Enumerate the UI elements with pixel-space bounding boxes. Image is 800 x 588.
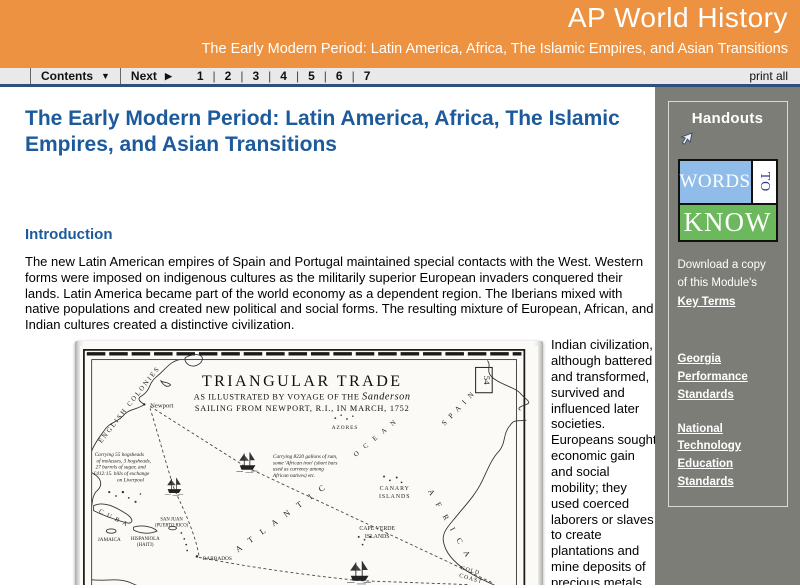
- content-area: The Early Modern Period: Latin America, …: [0, 87, 800, 585]
- map-title: TRIANGULAR TRADE: [202, 373, 403, 390]
- label-atlantic: A T L A N T I C: [234, 481, 330, 554]
- svg-text:27 barrels of sugar, and: 27 barrels of sugar, and: [96, 464, 147, 471]
- nav-left: Contents ▼ Next ▶ 1 | 2 | 3 | 4 | 5 | 6 …: [30, 68, 379, 84]
- map-subtitle-2: SAILING FROM NEWPORT, R.I., IN MARCH, 17…: [195, 404, 410, 413]
- introduction-heading: Introduction: [25, 225, 113, 243]
- page-link-4[interactable]: 4: [271, 69, 296, 83]
- page-link-7[interactable]: 7: [355, 69, 380, 83]
- wtk-to: TO: [757, 171, 773, 193]
- main-column: The Early Modern Period: Latin America, …: [0, 87, 655, 585]
- label-jamaica: JAMAICA: [98, 537, 121, 543]
- label-hispaniola-1: HISPANIOLA: [131, 537, 160, 542]
- label-cuba: C U B A: [98, 508, 130, 528]
- intro-paragraph-1: The new Latin American empires of Spain …: [25, 253, 654, 333]
- svg-text:of molasses, 3 hogsheads,: of molasses, 3 hogsheads,: [97, 457, 151, 464]
- chevron-down-icon: ▼: [101, 71, 110, 81]
- svg-text:African natives) etc.: African natives) etc.: [272, 472, 315, 479]
- print-all-link[interactable]: print all: [749, 69, 788, 83]
- map-subtitle: AS ILLUSTRATED BY VOYAGE OF THE Sanderso…: [194, 392, 411, 403]
- article: The Early Modern Period: Latin America, …: [25, 106, 655, 585]
- national-tech-standards-link[interactable]: National Technology Education Standards: [678, 421, 778, 492]
- svg-text:54: 54: [482, 376, 492, 385]
- svg-text:on Liverpool: on Liverpool: [117, 477, 145, 483]
- label-hispaniola-2: (HAITI): [137, 543, 154, 548]
- handouts-box: Handouts WORDS TO KNOW Download a copy o…: [667, 101, 788, 507]
- label-ocean: O C E A N: [353, 417, 400, 458]
- page: AP World History The Early Modern Period…: [0, 0, 800, 588]
- module-subtitle: The Early Modern Period: Latin America, …: [201, 41, 788, 58]
- svg-text:some 'African iron' (short bar: some 'African iron' (short bars: [273, 459, 337, 466]
- ship-icon: [164, 477, 184, 497]
- sidebar: Handouts WORDS TO KNOW Download a copy o…: [655, 87, 800, 585]
- handouts-title: Handouts: [691, 110, 764, 127]
- triangular-trade-map-image: 54 TRIANGULAR TRADE AS ILLUSTRATED BY VO…: [75, 341, 543, 585]
- label-africa: A F R I C A: [426, 488, 474, 562]
- wtk-words: WORDS: [679, 161, 753, 203]
- label-san-juan-1: SAN JUAN: [160, 517, 183, 522]
- label-cape-verde-1: CAPE VERDE: [359, 526, 395, 532]
- cursor-arrow-icon: [678, 131, 778, 151]
- page-links: 1 | 2 | 3 | 4 | 5 | 6 | 7: [188, 69, 380, 83]
- key-terms-link[interactable]: Key Terms: [678, 296, 736, 308]
- map-page-number: 54: [475, 367, 493, 394]
- contents-label: Contents: [41, 69, 93, 83]
- label-spain: S P A I N: [439, 389, 477, 427]
- label-san-juan-2: (PUERTO RICO): [155, 524, 189, 529]
- svg-text:Carrying 55 hogsheads: Carrying 55 hogsheads: [95, 452, 144, 458]
- next-arrow-icon: ▶: [164, 70, 172, 81]
- nav-bar: Contents ▼ Next ▶ 1 | 2 | 3 | 4 | 5 | 6 …: [0, 68, 800, 87]
- page-link-1[interactable]: 1: [188, 69, 213, 83]
- label-newport: Newport: [150, 402, 173, 409]
- page-link-6[interactable]: 6: [327, 69, 352, 83]
- header-banner: AP World History The Early Modern Period…: [0, 0, 800, 68]
- download-text: Download a copy of this Module's Key Ter…: [677, 259, 766, 308]
- contents-menu[interactable]: Contents ▼: [30, 68, 120, 84]
- next-button[interactable]: Next ▶: [119, 68, 182, 84]
- page-link-2[interactable]: 2: [216, 69, 241, 83]
- words-to-know-graphic[interactable]: WORDS TO KNOW: [677, 159, 778, 242]
- next-label: Next: [130, 69, 157, 83]
- svg-text:used as currency among: used as currency among: [273, 467, 324, 473]
- georgia-standards-link[interactable]: Georgia Performance Standards: [678, 351, 778, 404]
- page-link-5[interactable]: 5: [299, 69, 324, 83]
- wtk-know: KNOW: [679, 203, 776, 240]
- page-link-3[interactable]: 3: [243, 69, 268, 83]
- svg-text:Carrying 8220 gallons of rum,: Carrying 8220 gallons of rum,: [273, 453, 337, 460]
- label-barbados: BARBADOS: [203, 556, 232, 562]
- map-cargo-annotations: Carrying 55 hogsheads of molasses, 3 hog…: [94, 452, 338, 483]
- label-canary-2: ISLANDS: [379, 494, 410, 500]
- label-cape-verde-2: ISLANDS: [365, 534, 390, 540]
- svg-text:£412:15. bills of exchange: £412:15. bills of exchange: [94, 470, 150, 477]
- app-title: AP World History: [567, 2, 788, 33]
- label-azores: AZORES: [332, 425, 359, 431]
- page-title: The Early Modern Period: Latin America, …: [25, 107, 620, 157]
- label-canary-1: CANARY: [380, 486, 410, 492]
